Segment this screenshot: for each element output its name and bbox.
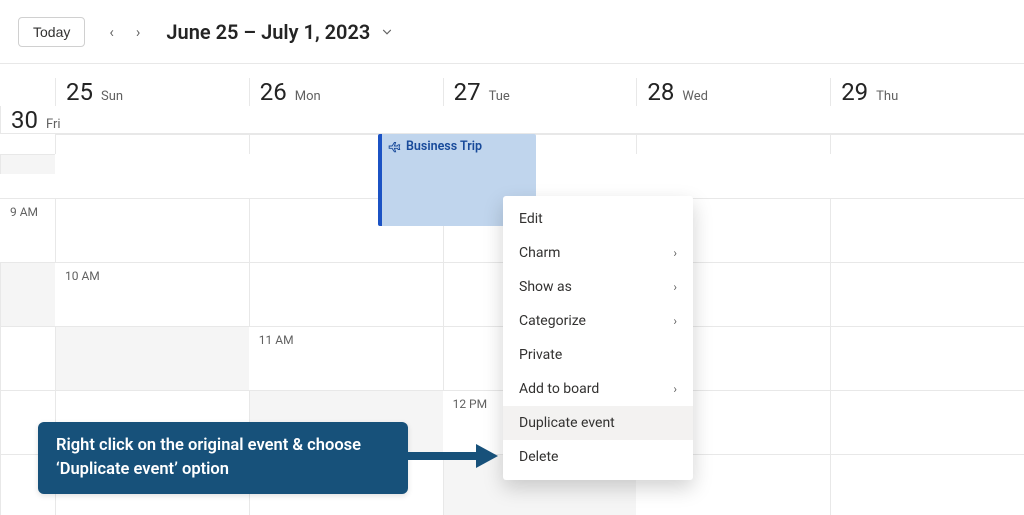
day-number: 28 [647,78,674,106]
day-column-header[interactable]: 28 Wed [636,78,830,106]
day-number: 26 [260,78,287,106]
menu-private[interactable]: Private [503,338,693,372]
day-column-header[interactable]: 27 Tue [443,78,637,106]
time-slot[interactable] [830,262,1024,326]
gutter [0,78,55,106]
menu-add-to-board[interactable]: Add to board › [503,372,693,406]
event-title: Business Trip [406,139,482,154]
day-abbrev: Wed [682,89,708,104]
prev-week-button[interactable]: ‹ [109,23,114,41]
menu-show-as[interactable]: Show as › [503,270,693,304]
date-range-label: June 25 – July 1, 2023 [166,20,370,44]
day-header-row: 25 Sun 26 Mon 27 Tue 28 Wed 29 Thu 30 Fr… [0,64,1024,134]
menu-edit[interactable]: Edit [503,202,693,236]
time-slot[interactable] [636,134,830,154]
time-slot[interactable] [249,262,443,326]
chevron-right-icon: › [673,314,677,328]
day-abbrev: Tue [489,89,510,104]
hour-label: 11 AM [249,326,443,390]
day-column-header[interactable]: 26 Mon [249,78,443,106]
menu-categorize[interactable]: Categorize › [503,304,693,338]
next-week-button[interactable]: › [136,23,141,41]
hour-label: 9 AM [0,198,55,262]
time-slot[interactable] [0,262,55,326]
today-button[interactable]: Today [18,17,85,47]
menu-duplicate-event[interactable]: Duplicate event [503,406,693,440]
menu-delete[interactable]: Delete [503,440,693,474]
day-abbrev: Sun [101,89,123,104]
chevron-right-icon: › [673,280,677,294]
day-abbrev: Mon [295,89,321,104]
day-number: 25 [66,78,93,106]
nav-arrows: ‹ › [109,23,140,41]
day-column-header[interactable]: 25 Sun [55,78,249,106]
date-range-picker[interactable]: June 25 – July 1, 2023 [166,20,394,44]
time-slot[interactable] [0,326,55,390]
hour-label: 10 AM [55,262,249,326]
chevron-right-icon: › [673,382,677,396]
day-abbrev: Thu [876,89,898,104]
time-slot[interactable] [0,154,55,174]
day-number: 30 [11,106,38,134]
time-slot[interactable] [830,454,1024,515]
time-slot[interactable] [830,134,1024,154]
event-context-menu: Edit Charm › Show as › Categorize › Priv… [503,196,693,480]
time-slot[interactable] [55,326,249,390]
day-abbrev: Fri [46,117,61,132]
day-number: 27 [454,78,481,106]
calendar-body: 9 AM 10 AM 11 AM 12 PM 1 PM [0,134,1024,515]
chevron-right-icon: › [673,246,677,260]
instruction-callout: Right click on the original event & choo… [38,422,408,494]
pointer-arrow-icon [408,442,498,470]
instruction-text: Right click on the original event & choo… [56,436,361,479]
time-slot[interactable] [55,134,249,154]
chevron-down-icon [380,25,394,39]
time-slot[interactable] [830,390,1024,454]
time-slot[interactable] [830,198,1024,262]
airplane-icon [388,139,402,153]
time-slot[interactable] [830,326,1024,390]
day-column-header[interactable]: 29 Thu [830,78,1024,106]
menu-charm[interactable]: Charm › [503,236,693,270]
calendar-toolbar: Today ‹ › June 25 – July 1, 2023 [0,0,1024,64]
day-number: 29 [841,78,868,106]
time-slot[interactable] [55,198,249,262]
day-column-header[interactable]: 30 Fri [0,106,55,134]
